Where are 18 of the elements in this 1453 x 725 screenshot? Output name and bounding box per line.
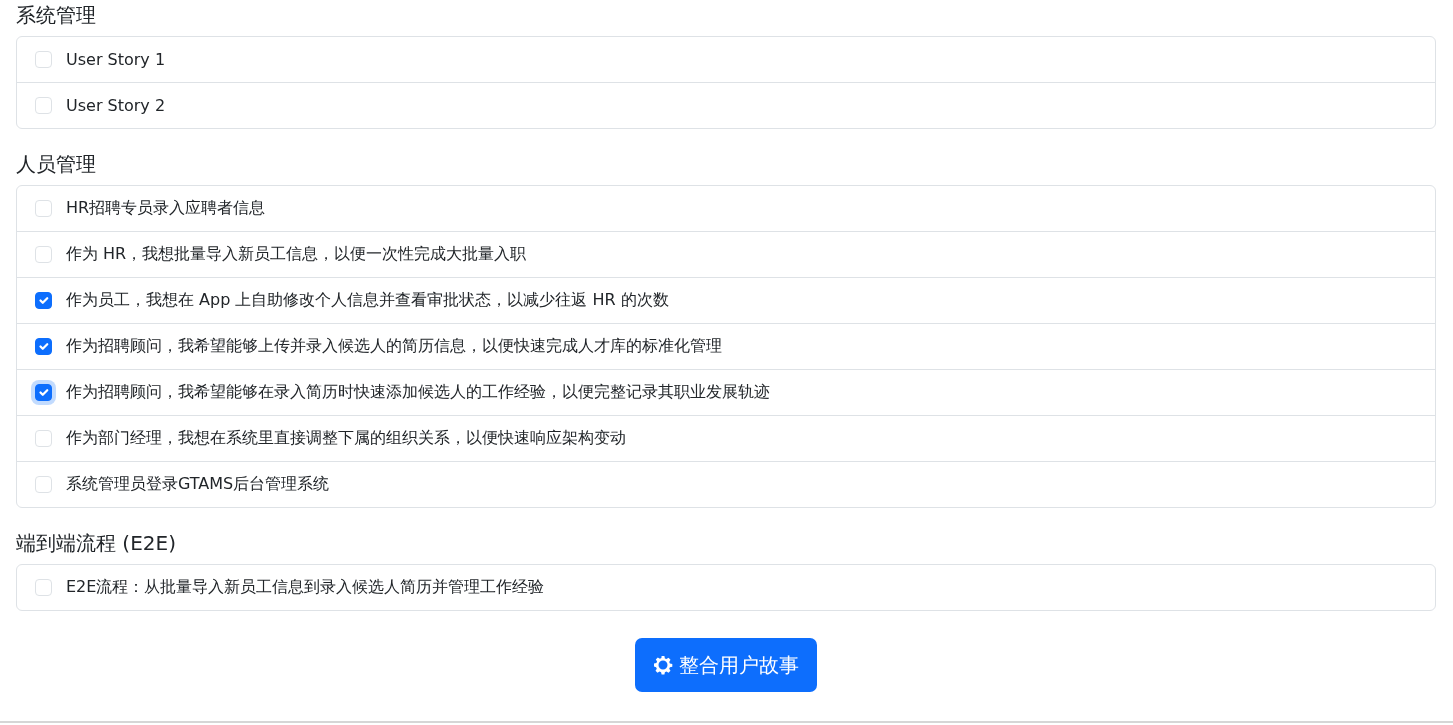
gear-icon — [653, 655, 673, 675]
story-label: 作为员工，我想在 App 上自助修改个人信息并查看审批状态，以减少往返 HR 的次数 — [66, 290, 669, 311]
section-title: 系统管理 — [16, 2, 97, 28]
story-label: 作为招聘顾问，我希望能够上传并录入候选人的简历信息，以便快速完成人才库的标准化管理 — [66, 336, 722, 357]
story-label: 系统管理员登录GTAMS后台管理系统 — [66, 474, 330, 495]
section-title: 端到端流程 (E2E) — [16, 530, 177, 556]
story-checkbox[interactable] — [35, 338, 52, 355]
story-label: User Story 1 — [66, 50, 166, 69]
story-label: 作为部门经理，我想在系统里直接调整下属的组织关系，以便快速响应架构变动 — [66, 428, 626, 449]
story-label: E2E流程：从批量导入新员工信息到录入候选人简历并管理工作经验 — [66, 577, 545, 598]
story-label: 作为 HR，我想批量导入新员工信息，以便一次性完成大批量入职 — [66, 244, 527, 265]
story-label: HR招聘专员录入应聘者信息 — [66, 198, 266, 219]
story-checkbox[interactable] — [35, 292, 52, 309]
merge-stories-button[interactable]: 整合用户故事 — [635, 638, 817, 692]
story-checkbox[interactable] — [35, 384, 52, 401]
story-label: User Story 2 — [66, 96, 166, 115]
story-label: 作为招聘顾问，我希望能够在录入简历时快速添加候选人的工作经验，以便完整记录其职业发展轨迹 — [66, 382, 770, 403]
section-title: 人员管理 — [16, 151, 97, 177]
